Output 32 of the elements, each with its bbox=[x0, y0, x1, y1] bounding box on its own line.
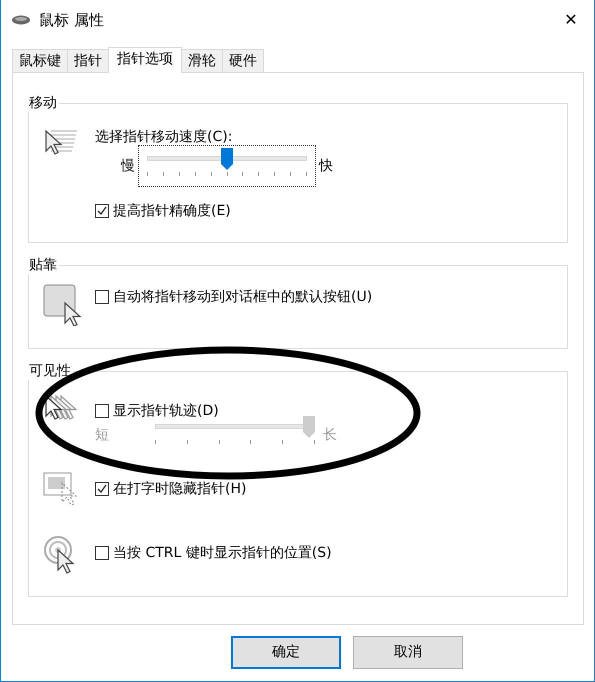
checkbox[interactable] bbox=[95, 290, 109, 304]
setting-label: 选择指针移动速度(C): bbox=[95, 128, 234, 146]
ok-button[interactable]: 确定 bbox=[231, 636, 341, 669]
tab[interactable]: 指针 bbox=[67, 49, 109, 72]
checkbox-label: 自动将指针移动到对话框中的默认按钮(U) bbox=[113, 288, 372, 306]
group-title: 可见性 bbox=[27, 362, 73, 380]
slider-max-label: 快 bbox=[319, 156, 333, 176]
cancel-button[interactable]: 取消 bbox=[353, 636, 463, 669]
slider-max-label: 长 bbox=[323, 426, 337, 444]
slider-thumb[interactable] bbox=[221, 148, 233, 170]
checkbox-label: 显示指针轨迹(D) bbox=[113, 402, 219, 420]
tab[interactable]: 硬件 bbox=[222, 49, 264, 72]
checkbox[interactable] bbox=[95, 482, 109, 496]
mouse-icon bbox=[11, 14, 31, 26]
window-title: 鼠标 属性 bbox=[39, 10, 104, 31]
checkbox[interactable] bbox=[95, 204, 109, 218]
pointer-snap-icon bbox=[43, 284, 83, 326]
slider-min-label: 慢 bbox=[120, 156, 135, 176]
slider-min-label: 短 bbox=[95, 426, 110, 444]
group-title: 贴靠 bbox=[27, 256, 59, 274]
tab[interactable]: 滑轮 bbox=[181, 49, 223, 72]
locate-pointer-icon bbox=[43, 536, 77, 576]
group-title: 移动 bbox=[27, 94, 59, 112]
checkbox[interactable] bbox=[95, 404, 109, 418]
tab[interactable]: 鼠标键 bbox=[12, 49, 68, 72]
pointer-speed-icon bbox=[43, 128, 79, 158]
close-button[interactable]: ✕ bbox=[548, 0, 594, 40]
tab[interactable]: 指针选项 bbox=[108, 47, 182, 73]
checkbox-label: 当按 CTRL 键时显示指针的位置(S) bbox=[113, 544, 332, 562]
checkbox-label: 在打字时隐藏指针(H) bbox=[113, 480, 246, 498]
checkbox[interactable] bbox=[95, 546, 109, 560]
checkbox-label: 提高指针精确度(E) bbox=[113, 202, 231, 220]
